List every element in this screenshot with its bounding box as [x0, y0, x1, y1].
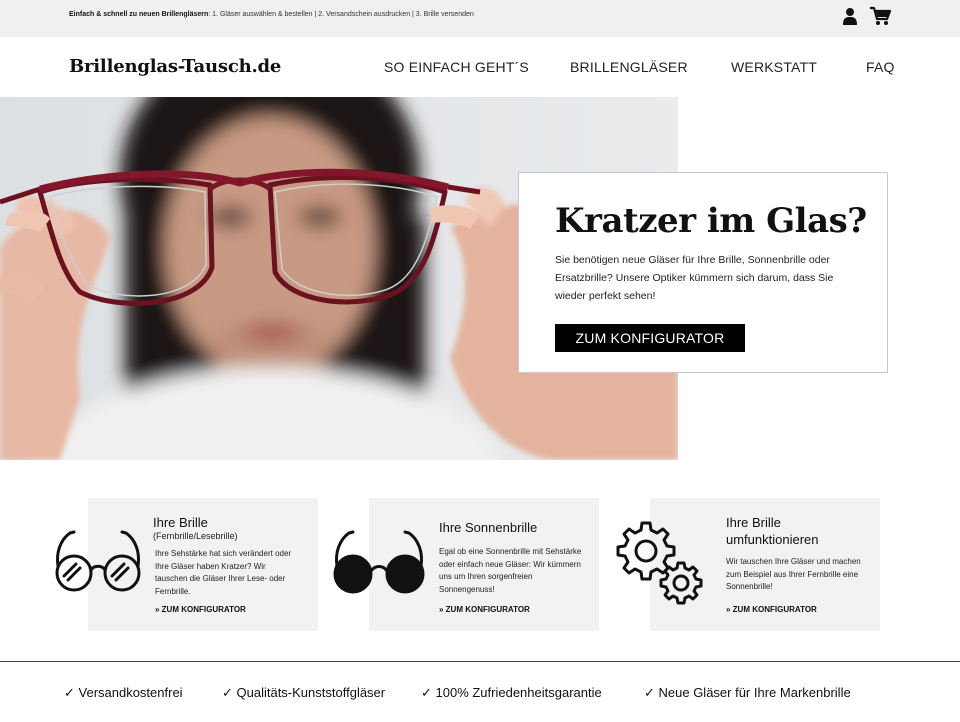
tile-title: Ihre Sonnenbrille [439, 520, 538, 535]
topbar-steps: Einfach & schnell zu neuen Brillengläser… [69, 11, 474, 18]
tile-configurator-link[interactable]: » ZUM KONFIGURATOR [155, 605, 246, 614]
nav-werkstatt[interactable]: WERKSTATT [731, 59, 817, 75]
topbar-steps-text: : 1. Gläser auswählen & bestellen | 2. V… [208, 11, 474, 18]
hero-title: Kratzer im Glas? [555, 201, 867, 241]
nav-brillenglaeser[interactable]: BRILLENGLÄSER [570, 59, 688, 75]
glasses-icon [55, 530, 141, 592]
tile-title: Ihre Brille umfunktionieren [726, 515, 819, 547]
usp-kunststoffglaeser: ✓ Qualitäts-Kunststoffgläser [222, 685, 386, 700]
tile-text: Wir tauschen Ihre Gläser und machen zum … [726, 557, 861, 591]
hero-text: Sie benötigen neue Gläser für Ihre Brill… [555, 254, 834, 302]
usp-versandkostenfrei: ✓ Versandkostenfrei [64, 685, 183, 700]
sunglasses-icon [333, 530, 425, 594]
site-logo[interactable]: Brillenglas-Tausch.de [69, 56, 281, 77]
topbar-lead: Einfach & schnell zu neuen Brillengläser… [69, 11, 209, 18]
tile-text: Egal ob eine Sonnenbrille mit Sehstärke … [439, 547, 582, 594]
tile-title: Ihre Brille [153, 515, 208, 530]
site-header: Brillenglas-Tausch.de SO EINFACH GEHT´S … [0, 37, 960, 97]
tile-configurator-link[interactable]: » ZUM KONFIGURATOR [726, 605, 817, 614]
tile-configurator-link[interactable]: » ZUM KONFIGURATOR [439, 605, 530, 614]
tile-subtitle: (Fernbrille/Lesebrille) [153, 531, 238, 541]
tile-text: Ihre Sehstärke hat sich verändert oder I… [155, 549, 292, 596]
top-info-bar: Einfach & schnell zu neuen Brillengläser… [0, 0, 960, 37]
user-icon[interactable] [843, 7, 857, 25]
cart-icon[interactable] [869, 6, 891, 26]
footer-divider [0, 661, 960, 662]
usp-zufriedenheitsgarantie: ✓ 100% Zufriedenheitsgarantie [421, 685, 602, 700]
usp-markenbrille: ✓ Neue Gläser für Ihre Markenbrille [644, 685, 851, 700]
nav-faq[interactable]: FAQ [866, 59, 895, 75]
nav-so-einfach[interactable]: SO EINFACH GEHT´S [384, 59, 529, 75]
hero-card: Kratzer im Glas? Sie benötigen neue Gläs… [518, 172, 888, 373]
gears-icon [616, 521, 703, 605]
configurator-button[interactable]: ZUM KONFIGURATOR [555, 324, 745, 352]
